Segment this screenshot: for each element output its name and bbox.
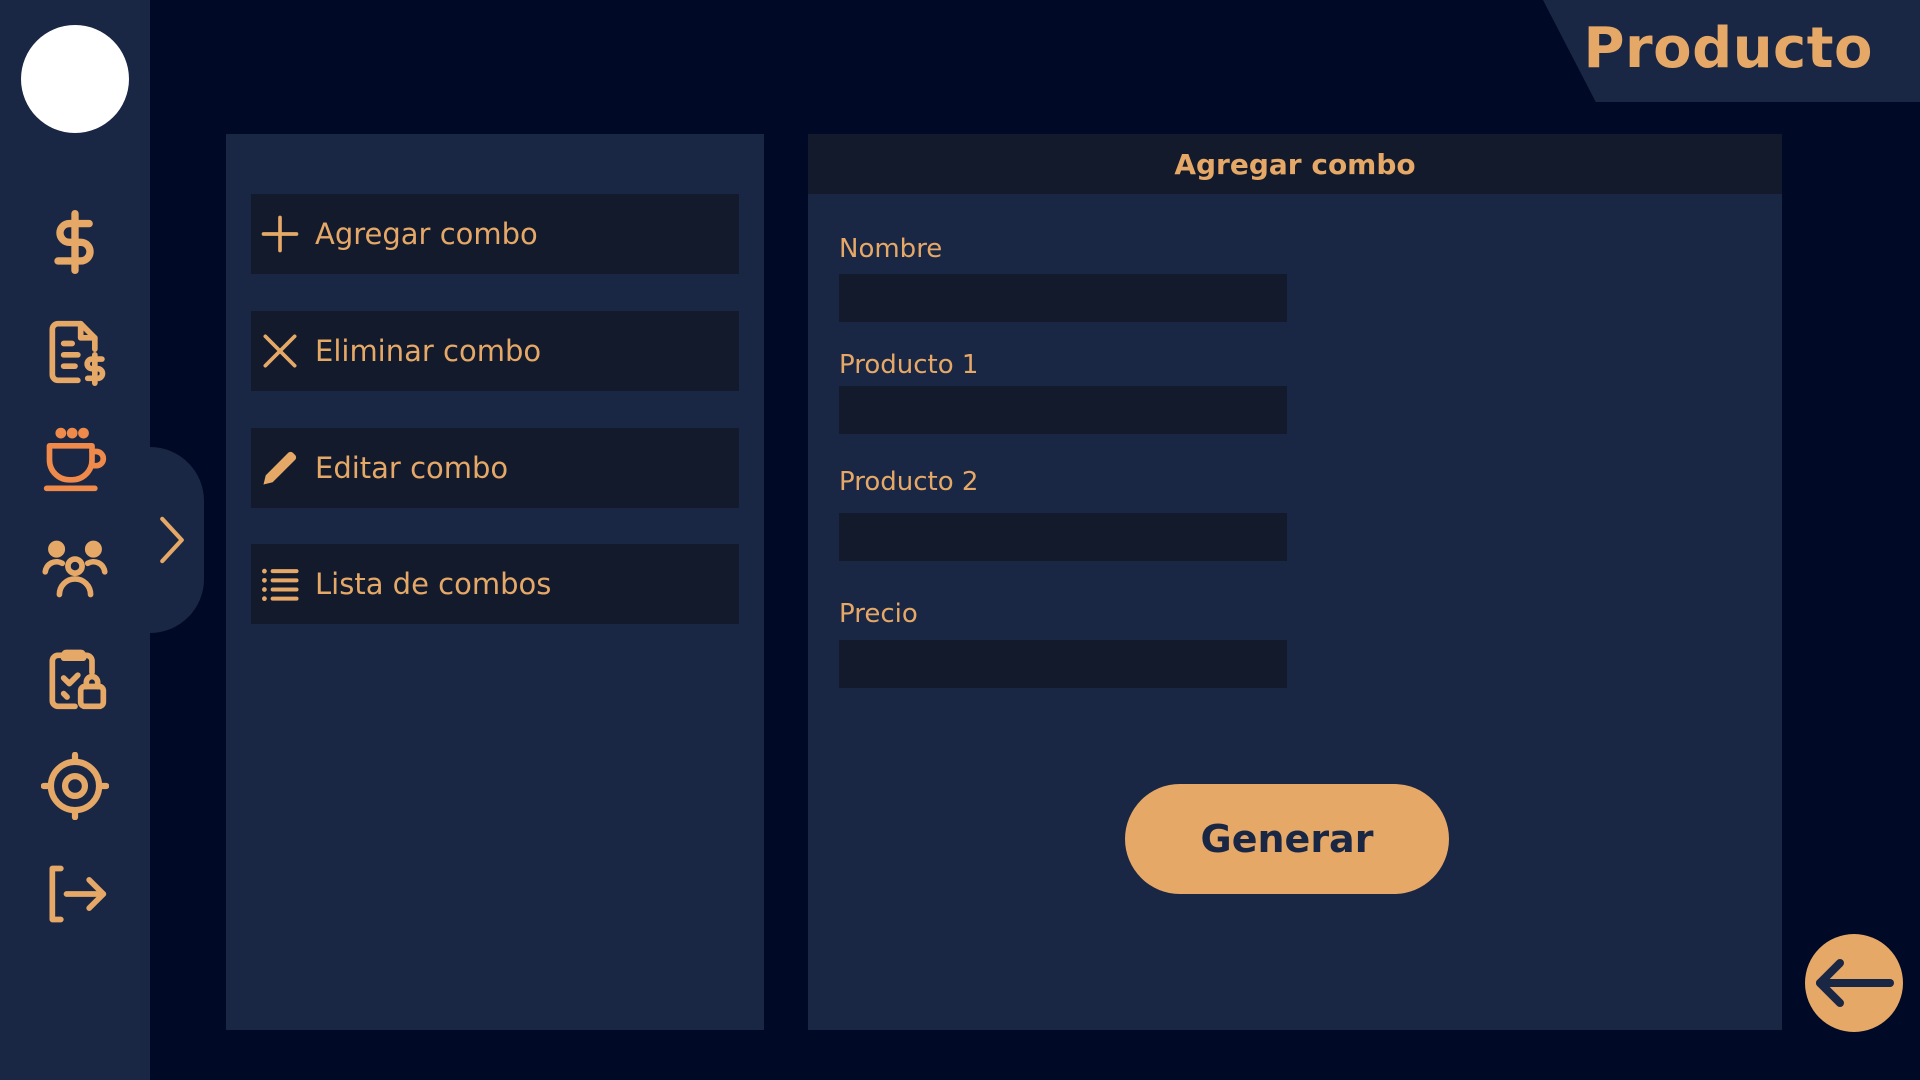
form-header: Agregar combo [808,134,1782,194]
menu-item-label: Agregar combo [315,217,538,251]
sidebar [0,0,150,1080]
logout-icon[interactable] [39,858,111,930]
precio-input[interactable] [839,640,1287,688]
menu-item-eliminar-combo[interactable]: Eliminar combo [251,311,739,391]
producto-1-label: Producto 1 [839,350,979,380]
gear-icon[interactable] [39,750,111,822]
generar-button[interactable]: Generar [1125,784,1449,894]
back-button[interactable] [1805,934,1903,1032]
producto-2-label: Producto 2 [839,467,979,497]
expand-sidebar-button[interactable] [150,447,204,633]
add-combo-form: Agregar combo Nombre Producto 1 Producto… [808,134,1782,1030]
form-title: Agregar combo [1174,147,1416,181]
clipboard-lock-icon[interactable] [39,642,111,714]
combo-menu-panel: Agregar combo Eliminar combo Editar comb… [226,134,764,1030]
page-title: Producto [1583,16,1873,81]
menu-item-agregar-combo[interactable]: Agregar combo [251,194,739,274]
app-screen: Producto Agregar combo Eliminar combo Ed… [0,0,1920,1080]
coffee-cup-icon[interactable] [39,424,111,496]
producto-1-input[interactable] [839,386,1287,434]
close-icon [255,326,305,376]
avatar[interactable] [21,25,129,133]
users-icon[interactable] [39,533,111,605]
menu-item-lista-de-combos[interactable]: Lista de combos [251,544,739,624]
producto-2-input[interactable] [839,513,1287,561]
menu-item-label: Editar combo [315,451,509,485]
menu-item-label: Eliminar combo [315,334,542,368]
nombre-label: Nombre [839,234,943,264]
invoice-icon[interactable] [39,316,111,388]
list-icon [255,559,305,609]
pencil-icon [255,443,305,493]
plus-icon [255,209,305,259]
menu-item-label: Lista de combos [315,567,552,601]
chevron-right-icon [160,516,184,564]
arrow-left-icon [1816,959,1894,1007]
nombre-input[interactable] [839,274,1287,322]
dollar-icon[interactable] [39,206,111,278]
menu-item-editar-combo[interactable]: Editar combo [251,428,739,508]
precio-label: Precio [839,599,918,629]
